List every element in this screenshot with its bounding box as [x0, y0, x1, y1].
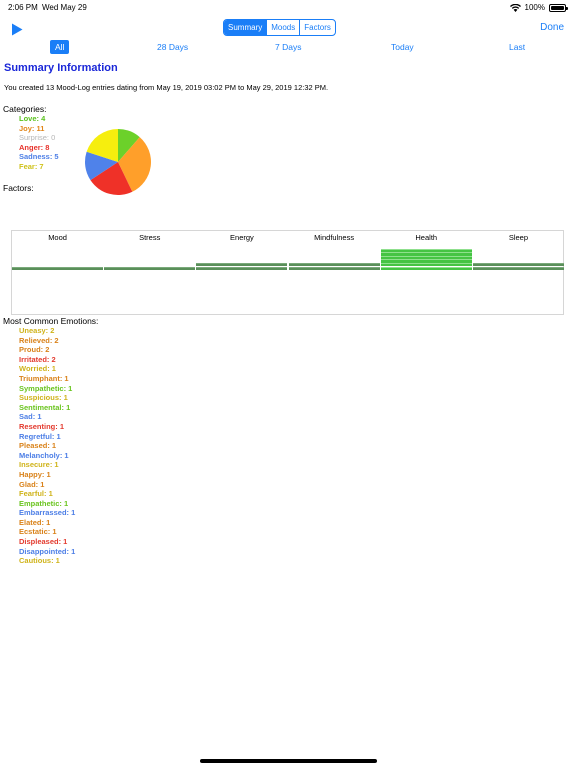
emotion-item: Fearful: 1: [19, 489, 53, 499]
emotion-item: Disappointed: 1: [19, 546, 76, 556]
emotion-item: Insecure: 1: [19, 460, 59, 470]
view-segmented-control[interactable]: Summary Moods Factors: [223, 19, 336, 36]
emotion-item: Displeased: 1: [19, 537, 68, 547]
emotions-list: Uneasy: 2 Relieved: 2 Proud: 2 Irritated: 2…: [19, 326, 75, 566]
status-bar: 2:06 PM Wed May 29 100%: [0, 0, 576, 14]
factor-bar: [380, 266, 472, 270]
factor-label: Health: [415, 233, 438, 242]
emotion-item: Sympathetic: 1: [19, 383, 73, 393]
factor-bar: [288, 262, 380, 267]
factor-bar: [104, 266, 196, 270]
emotion-item: Melancholy: 1: [19, 450, 69, 460]
factor-bar: [472, 266, 564, 270]
play-icon[interactable]: [11, 23, 23, 36]
factor-bar: [196, 262, 288, 267]
category-surprise: Surprise: 0: [19, 133, 56, 143]
emotion-item: Relieved: 2: [19, 335, 59, 345]
factors-chart: Mood Stress Energy Mindfulness Health Sleep: [11, 230, 564, 315]
status-date: Wed May 29: [42, 3, 87, 12]
factor-bar: [380, 252, 472, 256]
emotion-item: Cautious: 1: [19, 556, 60, 566]
home-indicator: [200, 759, 377, 763]
factors-title: Factors:: [3, 183, 34, 193]
factor-bar: [288, 266, 380, 270]
factor-bar: [380, 248, 472, 252]
factor-col-health: Health: [380, 231, 472, 314]
range-selector: All 28 Days 7 Days Today Last: [0, 40, 576, 54]
emotion-item: Elated: 1: [19, 517, 51, 527]
emotion-item: Worried: 1: [19, 364, 56, 374]
category-anger: Anger: 8: [19, 142, 50, 152]
factor-col-sleep: Sleep: [472, 231, 564, 314]
category-fear: Fear: 7: [19, 161, 44, 171]
factor-bar: [472, 262, 564, 267]
status-time: 2:06 PM: [8, 3, 38, 12]
emotion-item: Resenting: 1: [19, 421, 65, 431]
categories-title: Categories:: [3, 104, 47, 114]
tab-factors[interactable]: Factors: [299, 20, 335, 35]
emotion-item: Regretful: 1: [19, 431, 61, 441]
done-button[interactable]: Done: [540, 22, 564, 33]
nav-bar: Summary Moods Factors Done: [0, 14, 576, 40]
emotion-item: Glad: 1: [19, 479, 45, 489]
emotion-item: Triumphant: 1: [19, 373, 69, 383]
emotion-item: Embarrassed: 1: [19, 508, 76, 518]
category-joy: Joy: 11: [19, 123, 45, 133]
emotion-item: Happy: 1: [19, 469, 51, 479]
emotion-item: Pleased: 1: [19, 441, 57, 451]
emotion-item: Sentimental: 1: [19, 402, 71, 412]
factor-col-mindfulness: Mindfulness: [288, 231, 380, 314]
category-sadness: Sadness: 5: [19, 152, 59, 162]
range-all[interactable]: All: [50, 40, 70, 54]
tab-moods[interactable]: Moods: [266, 20, 299, 35]
factor-label: Sleep: [508, 233, 528, 242]
summary-text: You created 13 Mood-Log entries dating f…: [4, 83, 329, 92]
battery-icon: [549, 3, 568, 12]
emotion-item: Irritated: 2: [19, 354, 56, 364]
range-today[interactable]: Today: [391, 42, 414, 52]
tab-summary[interactable]: Summary: [224, 20, 267, 35]
factor-col-mood: Mood: [12, 231, 104, 314]
emotion-item: Empathetic: 1: [19, 498, 69, 508]
emotions-title: Most Common Emotions:: [3, 316, 99, 326]
factor-label: Stress: [139, 233, 161, 242]
emotion-item: Sad: 1: [19, 412, 42, 422]
categories-pie-chart: [85, 129, 151, 195]
factor-bar: [380, 255, 472, 260]
emotion-item: Uneasy: 2: [19, 326, 55, 335]
factor-label: Mindfulness: [314, 233, 355, 242]
status-right: 100%: [509, 3, 568, 12]
factor-col-energy: Energy: [196, 231, 288, 314]
factor-bar: [196, 266, 288, 270]
battery-percent: 100%: [524, 3, 545, 12]
factor-label: Energy: [230, 233, 254, 242]
factor-col-stress: Stress: [104, 231, 196, 314]
summary-title: Summary Information: [4, 62, 118, 74]
categories-list: Love: 4 Joy: 11 Surprise: 0 Anger: 8 Sadness…: [19, 114, 59, 172]
factor-bar: [12, 266, 104, 270]
range-last[interactable]: Last: [509, 42, 525, 52]
factor-bar: [380, 262, 472, 267]
emotion-item: Ecstatic: 1: [19, 527, 57, 537]
factor-label: Mood: [48, 233, 67, 242]
emotion-item: Suspicious: 1: [19, 393, 68, 403]
range-7-days[interactable]: 7 Days: [275, 42, 301, 52]
emotion-item: Proud: 2: [19, 345, 50, 355]
range-28-days[interactable]: 28 Days: [157, 42, 188, 52]
factor-bar: [380, 259, 472, 263]
category-love: Love: 4: [19, 114, 46, 123]
wifi-icon: [509, 3, 521, 12]
